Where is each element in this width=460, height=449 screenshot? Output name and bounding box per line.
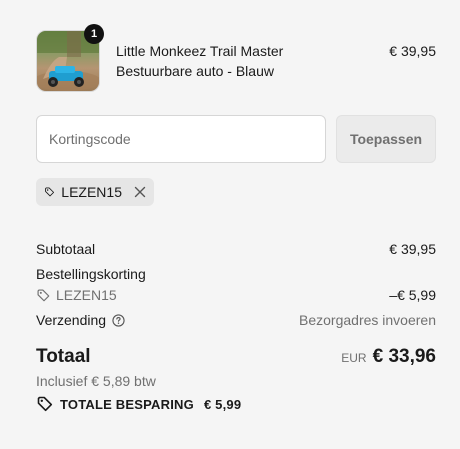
order-discount-code: LEZEN15 bbox=[36, 285, 436, 305]
savings-value: € 5,99 bbox=[203, 396, 242, 412]
order-discount-label: Bestellingskorting bbox=[36, 266, 146, 282]
tag-icon bbox=[45, 187, 55, 197]
order-discount-row: Bestellingskorting bbox=[36, 264, 436, 284]
total-label: Totaal bbox=[36, 346, 91, 367]
order-summary: 1 Little Monkeez Trail Master Bestuurbar… bbox=[0, 0, 460, 449]
subtotal-label: Subtotaal bbox=[36, 241, 96, 257]
order-discount-code-row: LEZEN15 –€ 5,99 bbox=[36, 285, 436, 305]
shipping-value: Bezorgadres invoeren bbox=[299, 312, 436, 328]
total-value-group: EUR € 33,96 bbox=[341, 346, 436, 368]
product-price: € 39,95 bbox=[389, 43, 436, 59]
subtotal-value: € 39,95 bbox=[389, 241, 436, 257]
total-savings: TOTALE BESPARING € 5,99 bbox=[36, 395, 241, 413]
remove-discount-button[interactable] bbox=[134, 186, 146, 198]
apply-discount-button[interactable]: Toepassen bbox=[336, 115, 436, 163]
discount-code-input[interactable] bbox=[36, 115, 326, 163]
tag-icon bbox=[37, 289, 50, 301]
applied-code-label: LEZEN15 bbox=[61, 184, 122, 200]
subtotal-row: Subtotaal € 39,95 bbox=[36, 239, 436, 259]
product-line-item: 1 Little Monkeez Trail Master Bestuurbar… bbox=[36, 24, 436, 92]
order-discount-value: –€ 5,99 bbox=[389, 287, 436, 303]
total-value: € 33,96 bbox=[372, 346, 436, 367]
tag-icon bbox=[37, 396, 53, 412]
tax-note: Inclusief € 5,89 btw bbox=[36, 373, 156, 389]
currency-code: EUR bbox=[341, 351, 367, 365]
quantity-badge: 1 bbox=[84, 24, 104, 44]
applied-discount-chip: LEZEN15 bbox=[36, 178, 154, 206]
savings-label: TOTALE BESPARING bbox=[60, 396, 194, 412]
order-discount-code-text: LEZEN15 bbox=[56, 287, 117, 303]
shipping-label: Verzending bbox=[36, 312, 107, 328]
product-title: Little Monkeez Trail Master Bestuurbare … bbox=[116, 43, 284, 79]
close-icon bbox=[134, 186, 146, 198]
shipping-row: Verzending Bezorgadres invoeren bbox=[36, 310, 436, 330]
help-icon[interactable] bbox=[112, 313, 125, 327]
